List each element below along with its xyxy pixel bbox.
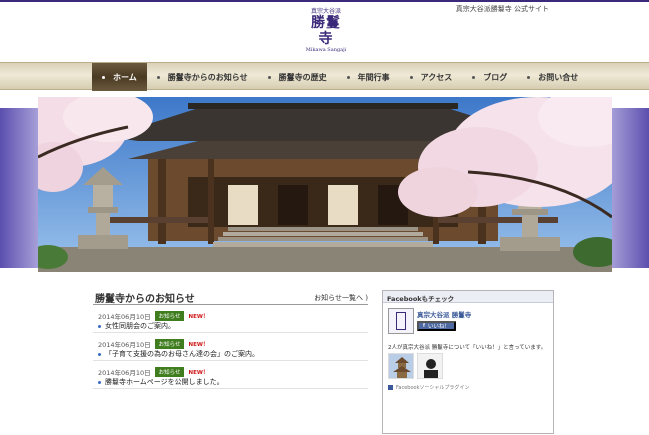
bullet-icon bbox=[409, 75, 413, 79]
news-meta: 2014年06月10日 お知らせ NEW！ bbox=[98, 311, 208, 321]
news-item: 2014年06月10日 お知らせ NEW！ 勝鬘寺ホームページを公開しました。 bbox=[93, 361, 368, 389]
nav-item-history[interactable]: 勝鬘寺の歴史 bbox=[258, 63, 337, 91]
news-item: 2014年06月10日 お知らせ NEW！ 「子育て支援の為のお母さん達の会」の… bbox=[93, 333, 368, 361]
logo-temple-name: 勝鬘寺 bbox=[311, 15, 341, 47]
news-text: 「子育て支援の為のお母さん達の会」のご案内。 bbox=[105, 350, 259, 358]
nav-item-events[interactable]: 年間行事 bbox=[337, 63, 400, 91]
nav-item-label: ブログ bbox=[483, 71, 508, 82]
bullet-icon bbox=[98, 352, 101, 356]
facebook-fan-faces bbox=[388, 353, 446, 379]
news-link[interactable]: 勝鬘寺ホームページを公開しました。 bbox=[98, 377, 224, 387]
like-label: いいね！ bbox=[427, 324, 450, 330]
news-header: 勝鬘寺からのお知らせ お知らせ一覧へ ) bbox=[93, 289, 368, 305]
nav-item-news[interactable]: 勝鬘寺からのお知らせ bbox=[147, 63, 258, 91]
hero-temple-image bbox=[38, 97, 612, 272]
main-navigation: ホーム 勝鬘寺からのお知らせ 勝鬘寺の歴史 年間行事 アクセス ブログ お問い合… bbox=[0, 62, 649, 91]
news-meta: 2014年06月10日 お知らせ NEW！ bbox=[98, 339, 208, 349]
nav-item-access[interactable]: アクセス bbox=[400, 63, 463, 91]
news-date: 2014年06月10日 bbox=[98, 369, 151, 377]
news-meta: 2014年06月10日 お知らせ NEW！ bbox=[98, 367, 208, 377]
side-gradient-left bbox=[0, 108, 38, 268]
news-date: 2014年06月10日 bbox=[98, 341, 151, 349]
logo-sect-name: 真宗大谷派 bbox=[310, 8, 341, 15]
site-logo[interactable]: 真宗大谷派 勝鬘寺 Mikawa Sangaji bbox=[305, 8, 347, 58]
bullet-icon bbox=[156, 75, 160, 79]
news-date: 2014年06月10日 bbox=[98, 313, 151, 321]
bullet-icon bbox=[98, 324, 101, 328]
news-text: 女性同朋会のご案内。 bbox=[105, 322, 175, 330]
news-section: 勝鬘寺からのお知らせ お知らせ一覧へ ) 2014年06月10日 お知らせ NE… bbox=[93, 289, 368, 389]
nav-item-contact[interactable]: お問い合せ bbox=[517, 63, 588, 91]
news-item: 2014年06月10日 お知らせ NEW！ 女性同朋会のご案内。 bbox=[93, 305, 368, 333]
facebook-like-button[interactable]: f いいね！ bbox=[417, 321, 456, 331]
bullet-icon bbox=[346, 75, 350, 79]
nav-item-label: アクセス bbox=[420, 71, 453, 82]
nav-item-label: お問い合せ bbox=[538, 71, 579, 82]
news-title: 勝鬘寺からのお知らせ bbox=[95, 294, 195, 305]
pagoda-avatar-icon bbox=[389, 354, 413, 378]
news-category-tag: お知らせ bbox=[154, 339, 185, 349]
new-badge: NEW！ bbox=[188, 314, 209, 320]
nav-item-label: 年間行事 bbox=[357, 71, 390, 82]
temple-illustration bbox=[38, 97, 612, 272]
new-badge: NEW！ bbox=[188, 370, 209, 376]
facebook-page-thumbnail[interactable] bbox=[388, 308, 414, 334]
nav-item-label: ホーム bbox=[113, 71, 137, 82]
nav-item-home[interactable]: ホーム bbox=[92, 63, 147, 91]
nav-item-blog[interactable]: ブログ bbox=[462, 63, 517, 91]
nav-items: ホーム 勝鬘寺からのお知らせ 勝鬘寺の歴史 年間行事 アクセス ブログ お問い合… bbox=[92, 63, 588, 91]
side-gradient-right bbox=[611, 108, 649, 268]
logo-roman-name: Mikawa Sangaji bbox=[305, 47, 347, 53]
facebook-like-count: 2人が真宗大谷派 勝鬘寺について「いいね！」と言っています。 bbox=[388, 345, 547, 351]
facebook-page-name[interactable]: 真宗大谷派 勝鬘寺 bbox=[417, 309, 471, 319]
person-avatar-icon bbox=[418, 354, 442, 378]
news-more-link[interactable]: お知らせ一覧へ ) bbox=[314, 293, 368, 303]
facebook-icon: f bbox=[423, 323, 425, 329]
news-text: 勝鬘寺ホームページを公開しました。 bbox=[105, 378, 224, 386]
bullet-icon bbox=[267, 75, 271, 79]
top-accent-line bbox=[0, 0, 649, 2]
site-tagline: 真宗大谷派勝鬘寺 公式サイト bbox=[455, 5, 549, 13]
news-link[interactable]: 女性同朋会のご案内。 bbox=[98, 321, 175, 331]
nav-item-label: 勝鬘寺からのお知らせ bbox=[167, 71, 248, 82]
new-badge: NEW！ bbox=[188, 342, 209, 348]
plugin-text: Facebookソーシャルプラグイン bbox=[396, 385, 470, 391]
facebook-plugin-label: Facebookソーシャルプラグイン bbox=[388, 384, 469, 391]
page-logo-icon bbox=[396, 312, 406, 330]
bullet-icon bbox=[98, 380, 101, 384]
news-category-tag: お知らせ bbox=[154, 311, 185, 321]
fan-avatar[interactable] bbox=[417, 353, 443, 379]
facebook-widget-heading: Facebookもチェック bbox=[383, 291, 553, 303]
news-category-tag: お知らせ bbox=[154, 367, 185, 377]
bullet-icon bbox=[102, 75, 105, 79]
bullet-icon bbox=[527, 75, 531, 79]
bullet-icon bbox=[472, 75, 476, 79]
nav-item-label: 勝鬘寺の歴史 bbox=[278, 71, 327, 82]
facebook-icon bbox=[388, 385, 393, 390]
fan-avatar[interactable] bbox=[388, 353, 414, 379]
news-link[interactable]: 「子育て支援の為のお母さん達の会」のご案内。 bbox=[98, 349, 259, 359]
facebook-widget: Facebookもチェック 真宗大谷派 勝鬘寺 f いいね！ 2人が真宗大谷派 勝… bbox=[382, 290, 554, 434]
